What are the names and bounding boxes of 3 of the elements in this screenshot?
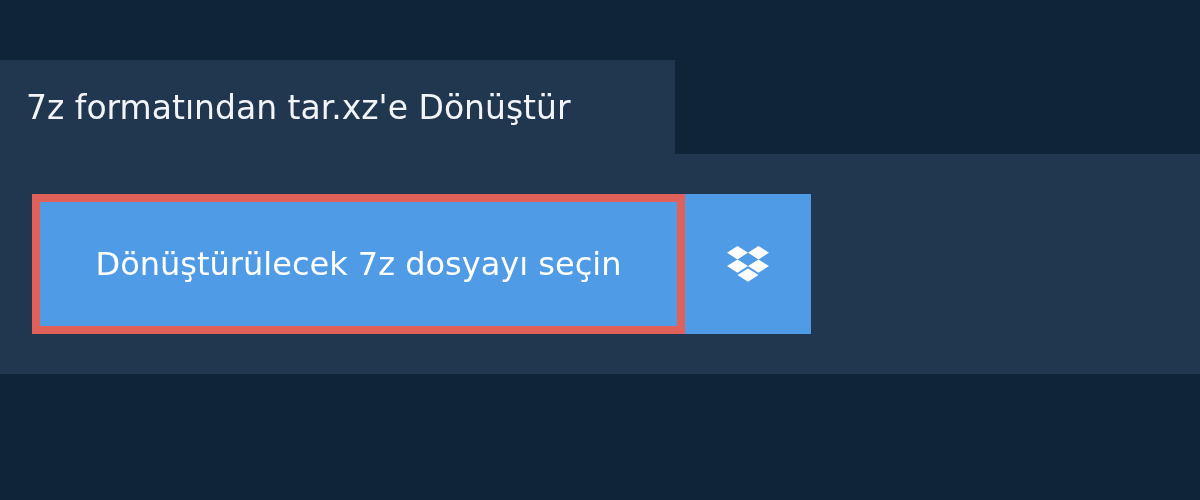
dropbox-button[interactable] xyxy=(685,194,811,334)
dropbox-icon xyxy=(727,246,769,282)
choose-file-button[interactable]: Dönüştürülecek 7z dosyayı seçin xyxy=(32,194,685,334)
